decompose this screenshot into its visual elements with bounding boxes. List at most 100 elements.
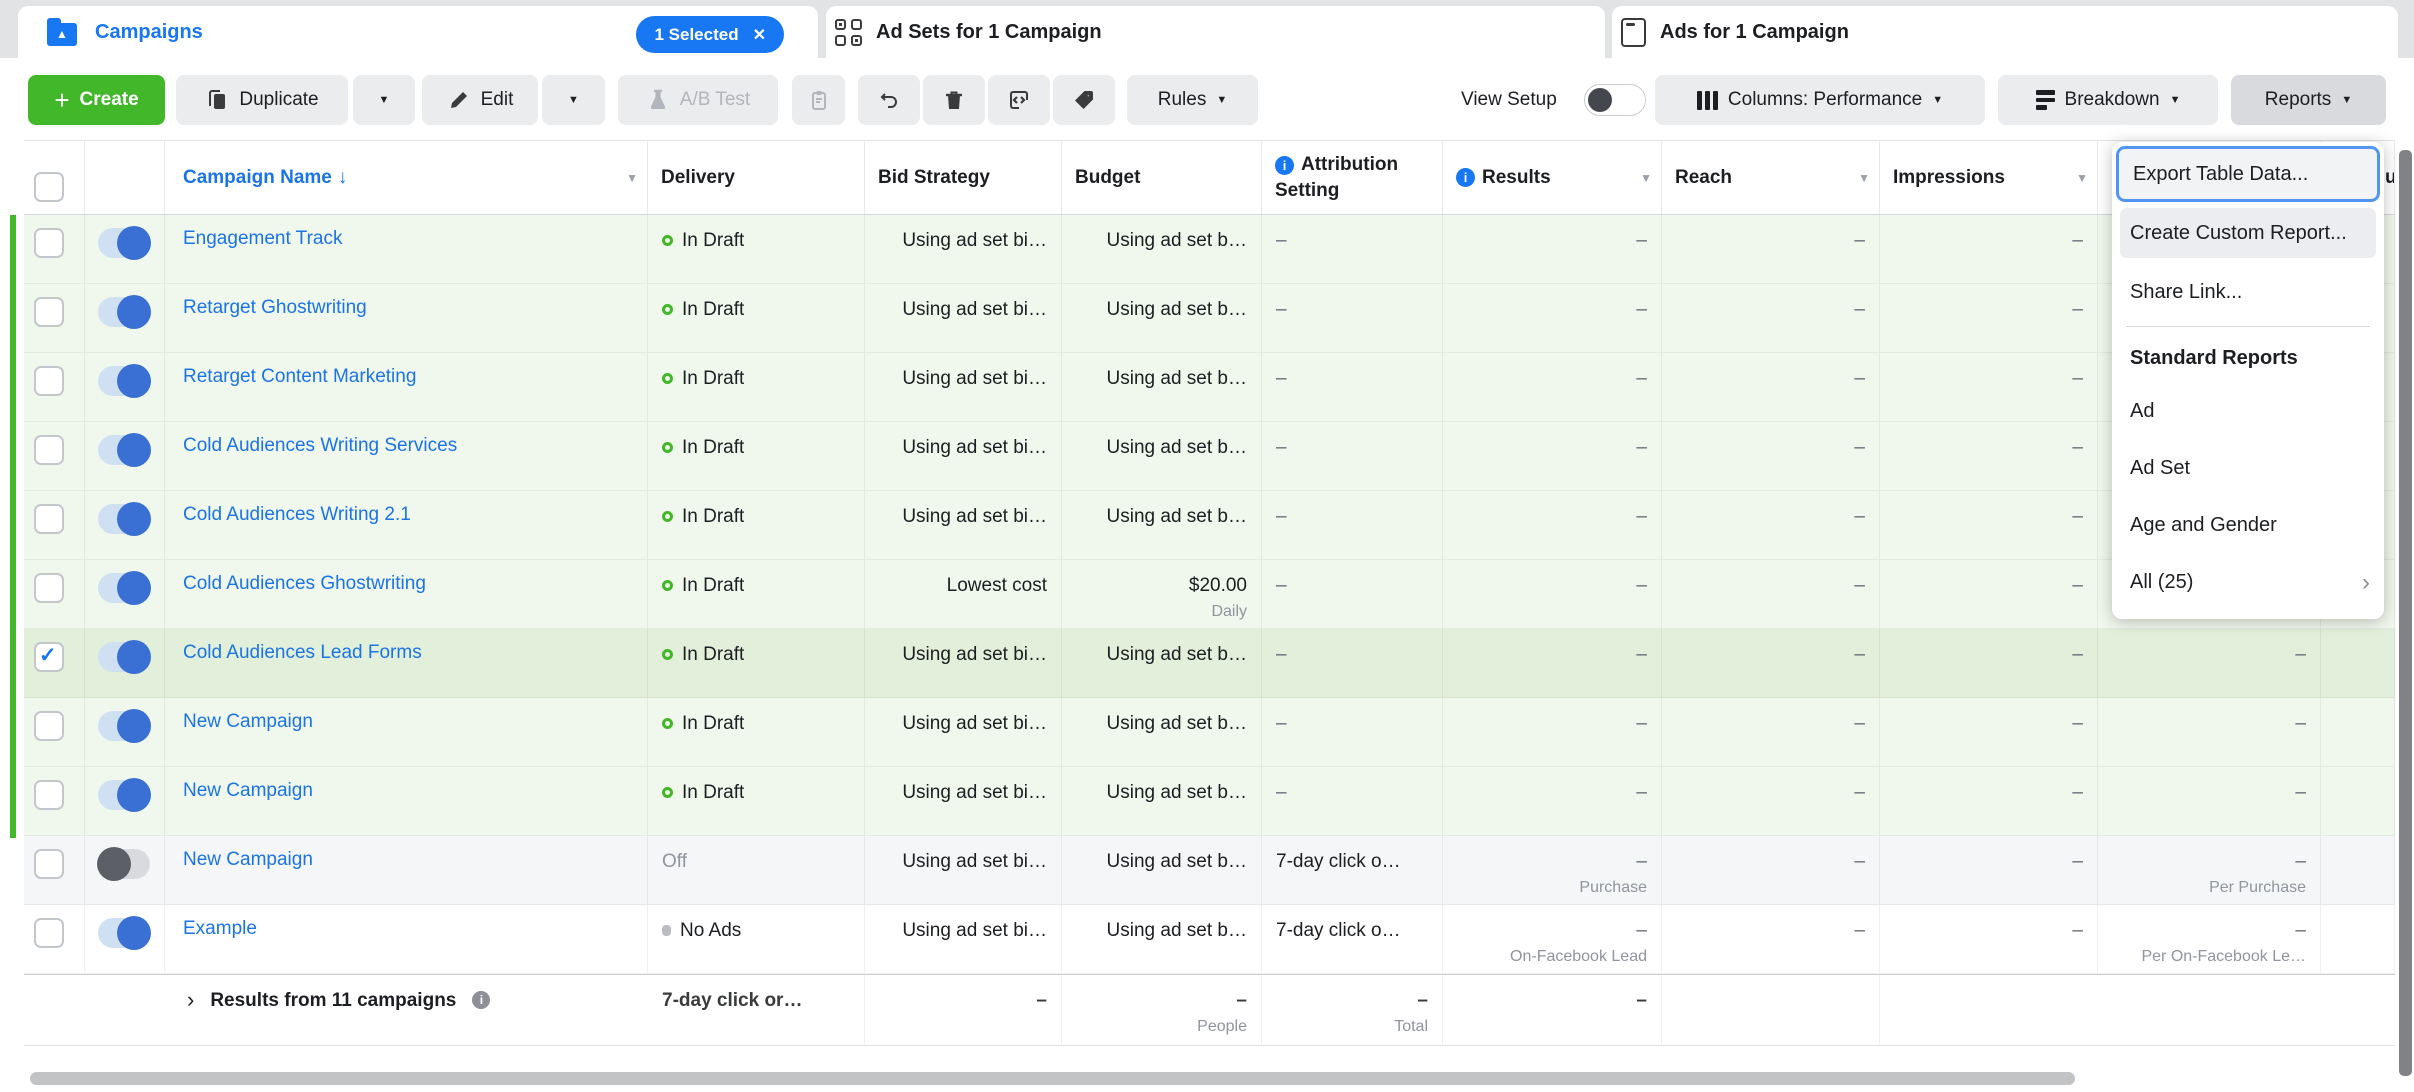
row-checkbox[interactable]: [34, 849, 64, 879]
column-header-reach[interactable]: Reach ▼: [1662, 141, 1880, 214]
campaign-name-link[interactable]: New Campaign: [183, 711, 313, 732]
delete-button[interactable]: [923, 75, 985, 125]
column-header-delivery[interactable]: Delivery: [648, 141, 865, 214]
selected-filter-pill[interactable]: 1 Selected ✕: [636, 16, 784, 53]
delivery-status: In Draft: [682, 368, 745, 389]
campaign-name-link[interactable]: Cold Audiences Lead Forms: [183, 642, 422, 663]
row-checkbox[interactable]: [34, 435, 64, 465]
table-row[interactable]: Cold Audiences Ghostwriting In Draft Low…: [24, 560, 2395, 629]
tab-ad-sets[interactable]: Ad Sets for 1 Campaign: [826, 6, 1605, 58]
campaign-name-link[interactable]: Cold Audiences Writing Services: [183, 435, 457, 456]
table-row[interactable]: Engagement Track In Draft Using ad set b…: [24, 215, 2395, 284]
tab-campaigns[interactable]: ▲ Campaigns 1 Selected ✕: [18, 6, 818, 58]
breakdown-button[interactable]: Breakdown ▼: [1998, 75, 2218, 125]
vertical-scrollbar[interactable]: [2399, 150, 2412, 1076]
menu-item-export-table-data[interactable]: Export Table Data...: [2116, 146, 2380, 202]
menu-item-ad-set[interactable]: Ad Set: [2112, 440, 2384, 497]
campaign-active-toggle[interactable]: [98, 502, 151, 536]
table-row[interactable]: Cold Audiences Writing Services In Draft…: [24, 422, 2395, 491]
campaign-name-link[interactable]: Cold Audiences Writing 2.1: [183, 504, 411, 525]
columns-button[interactable]: Columns: Performance ▼: [1655, 75, 1985, 125]
table-row[interactable]: Cold Audiences Writing 2.1 In Draft Usin…: [24, 491, 2395, 560]
column-header-attribution[interactable]: i Attribution Setting: [1262, 141, 1443, 214]
campaign-active-toggle[interactable]: [98, 295, 151, 329]
column-header-budget[interactable]: Budget: [1062, 141, 1262, 214]
impressions-cell: –: [1880, 905, 2098, 973]
ab-test-button[interactable]: A/B Test: [618, 75, 778, 125]
row-checkbox[interactable]: [34, 297, 64, 327]
menu-item-share-link[interactable]: Share Link...: [2112, 264, 2384, 320]
campaign-name-link[interactable]: Retarget Ghostwriting: [183, 297, 367, 318]
column-menu-icon[interactable]: ▼: [626, 171, 638, 185]
tag-button[interactable]: [1053, 75, 1115, 125]
column-menu-icon[interactable]: ▼: [1640, 171, 1652, 185]
row-checkbox[interactable]: [34, 228, 64, 258]
table-row[interactable]: Example No Ads Using ad set bi… Using ad…: [24, 905, 2395, 974]
expand-summary-icon[interactable]: ›: [187, 988, 194, 1012]
table-row[interactable]: New Campaign In Draft Using ad set bi… U…: [24, 767, 2395, 836]
campaign-active-toggle[interactable]: [98, 364, 151, 398]
campaign-inactive-toggle[interactable]: [97, 847, 150, 881]
edit-dropdown-button[interactable]: ▼: [542, 75, 605, 125]
active-rows-indicator: [10, 215, 16, 838]
row-checkbox[interactable]: [34, 711, 64, 741]
campaign-name-link[interactable]: Engagement Track: [183, 228, 342, 249]
clear-selection-icon[interactable]: ✕: [753, 25, 766, 45]
tab-ads[interactable]: Ads for 1 Campaign: [1612, 6, 2398, 58]
campaign-active-toggle[interactable]: [98, 226, 151, 260]
column-header-results[interactable]: i Results ▼: [1443, 141, 1662, 214]
selected-count-label: 1 Selected: [654, 24, 739, 44]
row-checkbox-checked[interactable]: [34, 642, 64, 672]
table-row[interactable]: Retarget Ghostwriting In Draft Using ad …: [24, 284, 2395, 353]
rules-button[interactable]: Rules ▼: [1127, 75, 1258, 125]
horizontal-scrollbar[interactable]: [30, 1072, 2075, 1085]
create-button[interactable]: + Create: [28, 75, 165, 125]
campaigns-table-body: Engagement Track In Draft Using ad set b…: [24, 215, 2395, 974]
campaign-active-toggle[interactable]: [98, 571, 151, 605]
reach-cell: –: [1662, 353, 1880, 421]
campaign-active-toggle[interactable]: [98, 709, 151, 743]
reach-cell: –: [1662, 560, 1880, 628]
table-row[interactable]: New Campaign In Draft Using ad set bi… U…: [24, 698, 2395, 767]
menu-item-create-custom-report[interactable]: Create Custom Report...: [2120, 208, 2376, 258]
column-header-campaign-name[interactable]: Campaign Name ↓ ▼: [165, 141, 648, 214]
embed-button[interactable]: [988, 75, 1050, 125]
campaign-active-toggle[interactable]: [98, 433, 151, 467]
paste-button[interactable]: [792, 75, 845, 125]
table-row[interactable]: Retarget Content Marketing In Draft Usin…: [24, 353, 2395, 422]
column-menu-icon[interactable]: ▼: [1858, 171, 1870, 185]
campaign-name-link[interactable]: Example: [183, 918, 257, 939]
campaign-active-toggle[interactable]: [98, 778, 151, 812]
edit-button[interactable]: Edit: [422, 75, 538, 125]
column-menu-icon[interactable]: ▼: [2076, 171, 2088, 185]
menu-item-ad[interactable]: Ad: [2112, 383, 2384, 440]
menu-item-all[interactable]: All (25) ›: [2112, 554, 2384, 611]
column-header-bid-strategy[interactable]: Bid Strategy: [865, 141, 1062, 214]
info-icon[interactable]: i: [1275, 156, 1294, 175]
table-row[interactable]: New Campaign Off Using ad set bi… Using …: [24, 836, 2395, 905]
in-draft-icon: [662, 580, 673, 591]
duplicate-button[interactable]: Duplicate: [176, 75, 348, 125]
row-checkbox[interactable]: [34, 918, 64, 948]
row-checkbox[interactable]: [34, 573, 64, 603]
info-icon[interactable]: i: [1456, 168, 1475, 187]
column-header-impressions[interactable]: Impressions ▼: [1880, 141, 2098, 214]
select-all-checkbox[interactable]: [34, 172, 64, 202]
menu-item-age-and-gender[interactable]: Age and Gender: [2112, 497, 2384, 554]
reports-button[interactable]: Reports ▼: [2231, 75, 2386, 125]
campaign-name-link[interactable]: Cold Audiences Ghostwriting: [183, 573, 426, 594]
campaign-name-link[interactable]: Retarget Content Marketing: [183, 366, 416, 387]
campaign-active-toggle[interactable]: [98, 640, 151, 674]
duplicate-dropdown-button[interactable]: ▼: [353, 75, 415, 125]
row-checkbox[interactable]: [34, 366, 64, 396]
view-setup-toggle[interactable]: [1584, 84, 1646, 116]
campaign-active-toggle[interactable]: [98, 916, 151, 950]
row-checkbox[interactable]: [34, 780, 64, 810]
campaign-name-link[interactable]: New Campaign: [183, 849, 313, 870]
info-icon[interactable]: i: [472, 991, 491, 1009]
empty-cell: [2321, 767, 2395, 835]
row-checkbox[interactable]: [34, 504, 64, 534]
table-row-selected[interactable]: Cold Audiences Lead Forms In Draft Using…: [24, 629, 2395, 698]
undo-button[interactable]: [858, 75, 920, 125]
campaign-name-link[interactable]: New Campaign: [183, 780, 313, 801]
